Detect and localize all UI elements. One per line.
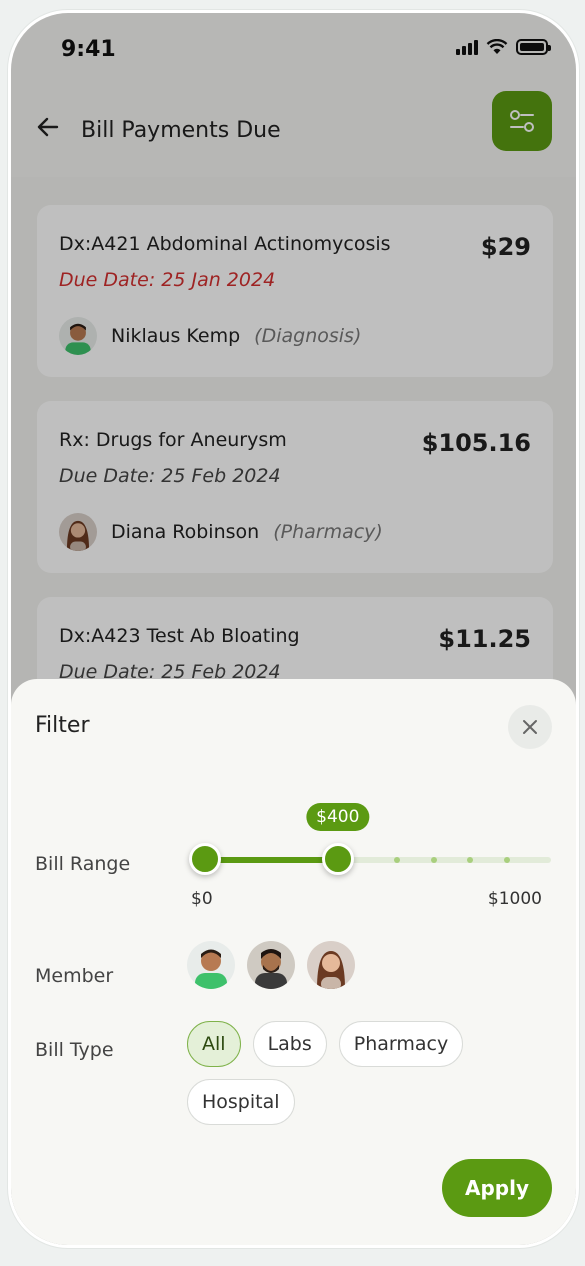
range-max-label: $1000 xyxy=(487,889,542,909)
member-picker xyxy=(187,941,355,989)
chip-all[interactable]: All xyxy=(187,1021,241,1067)
chip-hospital[interactable]: Hospital xyxy=(187,1079,295,1125)
member-avatar[interactable] xyxy=(247,941,295,989)
apply-button[interactable]: Apply xyxy=(442,1159,552,1217)
bill-type-chips: All Labs Pharmacy Hospital xyxy=(187,1021,527,1125)
phone-frame: 9:41 Bill Payments Due Dx:A421 Abdominal… xyxy=(8,10,579,1248)
slider-value-bubble: $400 xyxy=(306,803,370,831)
slider-max-handle[interactable] xyxy=(321,843,354,875)
slider-min-handle[interactable] xyxy=(189,843,221,875)
slider-step xyxy=(504,857,510,863)
member-label: Member xyxy=(35,965,114,987)
slider-fill xyxy=(205,857,338,863)
bill-type-label: Bill Type xyxy=(35,1039,114,1061)
slider-step xyxy=(431,857,437,863)
chip-labs[interactable]: Labs xyxy=(252,1021,327,1067)
slider-step xyxy=(467,857,473,863)
member-avatar[interactable] xyxy=(307,941,355,989)
chip-pharmacy[interactable]: Pharmacy xyxy=(338,1021,464,1067)
slider-step xyxy=(394,857,400,863)
close-button[interactable] xyxy=(508,705,552,749)
close-icon xyxy=(523,720,537,734)
range-min-label: $0 xyxy=(191,889,213,909)
member-avatar[interactable] xyxy=(187,941,235,989)
filter-sheet: Filter Bill Range $400 $0 $1000 Member B… xyxy=(11,679,576,1245)
sheet-title: Filter xyxy=(35,713,90,738)
bill-range-slider[interactable]: $400 xyxy=(189,803,551,879)
bill-range-label: Bill Range xyxy=(35,853,131,875)
screen: 9:41 Bill Payments Due Dx:A421 Abdominal… xyxy=(11,13,576,1245)
